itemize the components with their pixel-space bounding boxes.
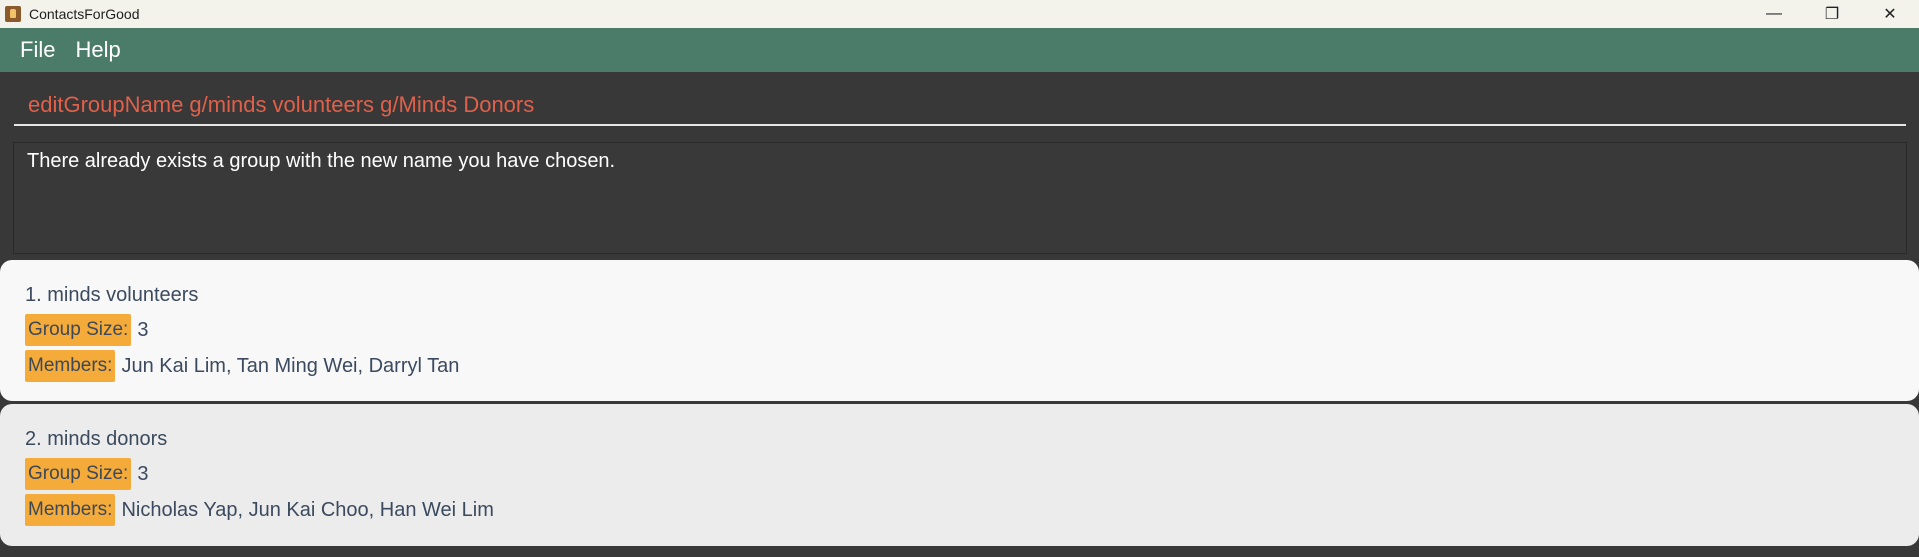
menu-help[interactable]: Help	[65, 37, 130, 63]
members-value: Jun Kai Lim, Tan Ming Wei, Darryl Tan	[121, 354, 460, 377]
result-message: There already exists a group with the ne…	[27, 150, 616, 172]
window-controls: — ❐ ✕	[1745, 0, 1919, 28]
group-size-row: Group Size: 3	[25, 458, 148, 490]
title-bar: ContactsForGood — ❐ ✕	[0, 0, 1919, 28]
members-row: Members: Nicholas Yap, Jun Kai Choo, Han…	[25, 494, 494, 526]
command-input-text: editGroupName g/minds volunteers g/Minds…	[28, 92, 535, 117]
members-value: Nicholas Yap, Jun Kai Choo, Han Wei Lim	[121, 498, 494, 521]
group-size-value: 3	[137, 318, 149, 341]
command-input[interactable]: editGroupName g/minds volunteers g/Minds…	[14, 84, 1906, 126]
app-icon	[5, 6, 21, 22]
close-button[interactable]: ✕	[1861, 0, 1919, 28]
group-card[interactable]: 1. minds volunteers Group Size: 3 Member…	[0, 260, 1919, 401]
group-card[interactable]: 2. minds donors Group Size: 3 Members: N…	[0, 404, 1919, 546]
group-size-row: Group Size: 3	[25, 314, 148, 346]
members-row: Members: Jun Kai Lim, Tan Ming Wei, Darr…	[25, 350, 459, 382]
minimize-button[interactable]: —	[1745, 0, 1803, 28]
group-size-label: Group Size:	[25, 314, 132, 346]
members-label: Members:	[25, 494, 116, 526]
members-label: Members:	[25, 350, 116, 382]
group-title: 1. minds volunteers	[25, 284, 199, 306]
group-size-value: 3	[137, 462, 149, 485]
menu-file[interactable]: File	[10, 37, 65, 63]
group-size-label: Group Size:	[25, 458, 132, 490]
restore-button[interactable]: ❐	[1803, 0, 1861, 28]
result-display: There already exists a group with the ne…	[13, 142, 1907, 254]
group-title: 2. minds donors	[25, 428, 168, 450]
window-title: ContactsForGood	[29, 6, 140, 22]
menu-bar: File Help	[0, 28, 1919, 72]
